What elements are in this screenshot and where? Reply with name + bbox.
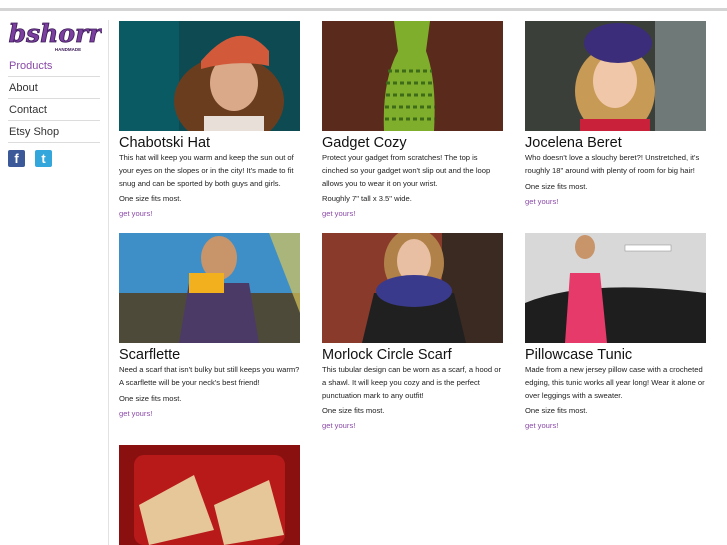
product-title: Jocelena Beret [525, 135, 622, 151]
nav-item-etsy-shop[interactable]: Etsy Shop [8, 122, 100, 143]
get-yours-link[interactable]: get yours! [525, 420, 707, 432]
nav-item-about[interactable]: About [8, 78, 100, 99]
product-title: Chabotski Hat [119, 135, 211, 151]
product-description: Made from a new jersey pillow case with … [525, 365, 705, 400]
product-size: One size fits most. [119, 194, 182, 204]
product-description: Need a scarf that isn't bulky but still … [119, 365, 300, 387]
product-photo[interactable] [525, 233, 706, 343]
get-yours-link[interactable]: get yours! [525, 196, 707, 208]
product-card: Jocelena Beret Who doesn't love a slouch… [525, 21, 707, 208]
product-card [119, 445, 301, 545]
get-yours-link[interactable]: get yours! [119, 408, 301, 420]
nav-item-contact[interactable]: Contact [8, 100, 100, 121]
get-yours-link[interactable]: get yours! [119, 208, 301, 220]
brand-logo[interactable]: bshorr HANDMADE [8, 20, 102, 54]
product-title: Scarflette [119, 347, 181, 363]
product-size: One size fits most. [525, 181, 588, 191]
sidebar: bshorr HANDMADE Products About Contact E… [8, 20, 102, 167]
sidebar-divider [108, 20, 109, 545]
social-links: f t [8, 150, 100, 167]
product-photo[interactable] [119, 233, 300, 343]
product-photo[interactable] [322, 21, 503, 131]
product-size: One size fits most. [525, 406, 588, 416]
get-yours-link[interactable]: get yours! [322, 208, 504, 220]
product-size: One size fits most. [322, 406, 385, 416]
product-size: One size fits most. [119, 393, 182, 403]
product-title: Gadget Cozy [322, 135, 407, 151]
product-description: Protect your gadget from scratches! The … [322, 153, 491, 188]
brand-logo-text: bshorr [9, 20, 102, 48]
product-photo[interactable] [525, 21, 706, 131]
product-card: Scarflette Need a scarf that isn't bulky… [119, 233, 301, 420]
product-description: This hat will keep you warm and keep the… [119, 153, 294, 188]
product-description: Who doesn't love a slouchy beret?! Unstr… [525, 153, 700, 175]
product-description: This tubular design can be worn as a sca… [322, 365, 501, 400]
main-nav: Products About Contact Etsy Shop [8, 56, 100, 143]
product-photo[interactable] [322, 233, 503, 343]
twitter-icon[interactable]: t [35, 150, 52, 167]
top-rule [0, 8, 727, 11]
product-card: Gadget Cozy Protect your gadget from scr… [322, 21, 504, 220]
product-card: Chabotski Hat This hat will keep you war… [119, 21, 301, 220]
product-card: Morlock Circle Scarf This tubular design… [322, 233, 504, 432]
nav-item-products[interactable]: Products [8, 56, 100, 77]
get-yours-link[interactable]: get yours! [322, 420, 504, 432]
product-title: Morlock Circle Scarf [322, 347, 452, 363]
product-photo[interactable] [119, 21, 300, 131]
brand-tagline: HANDMADE [55, 47, 81, 52]
product-photo[interactable] [119, 445, 300, 545]
product-size: Roughly 7" tall x 3.5" wide. [322, 194, 412, 204]
product-title: Pillowcase Tunic [525, 347, 633, 363]
facebook-icon[interactable]: f [8, 150, 25, 167]
product-card: Pillowcase Tunic Made from a new jersey … [525, 233, 707, 432]
